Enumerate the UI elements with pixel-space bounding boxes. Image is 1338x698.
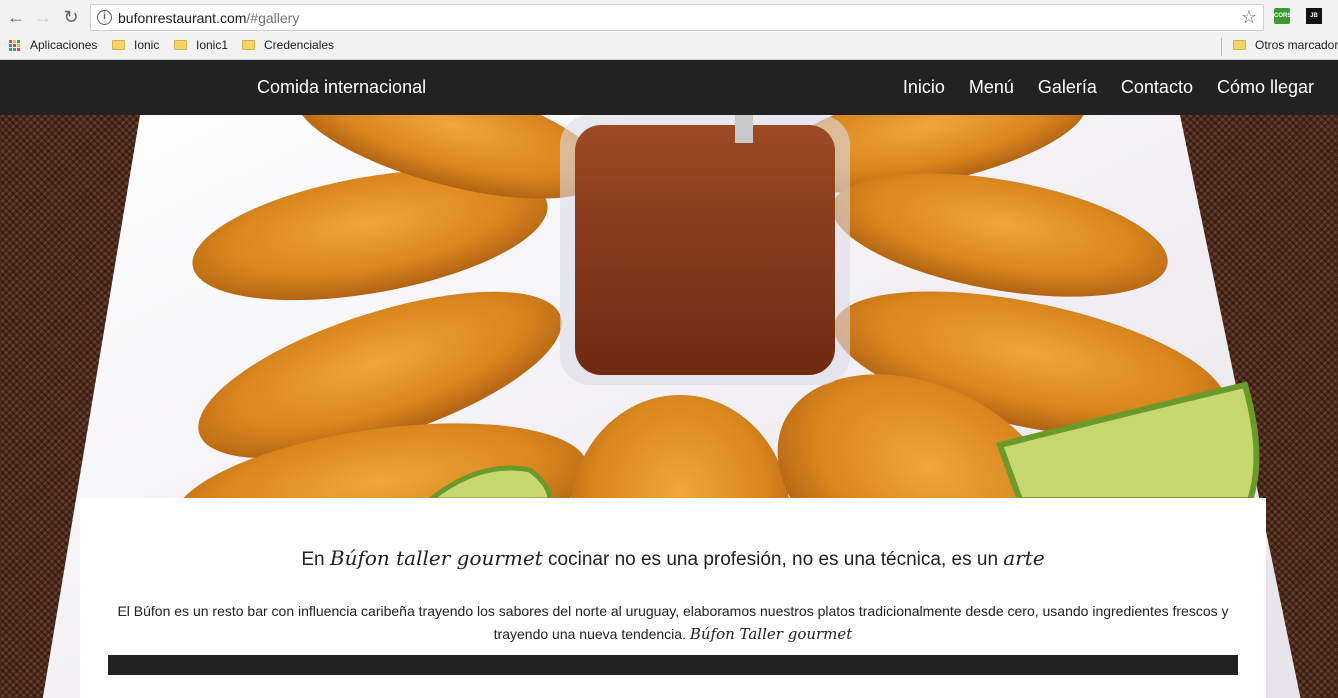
- dark-divider-bar: [108, 655, 1238, 675]
- site-brand[interactable]: Comida internacional: [257, 77, 426, 98]
- jb-extension-icon[interactable]: JB: [1306, 8, 1322, 24]
- headline-emphasis: arte: [1003, 546, 1045, 570]
- bookmarks-separator: [1221, 38, 1222, 56]
- headline-brand: Búfon taller gourmet: [329, 546, 543, 570]
- bookmark-label: Aplicaciones: [30, 38, 98, 52]
- headline-middle: cocinar no es una profesión, no es una t…: [548, 549, 999, 570]
- folder-icon: [1233, 40, 1246, 50]
- cors-extension-icon[interactable]: CORS: [1274, 8, 1291, 24]
- address-bar[interactable]: i bufonrestaurant.com/#gallery ☆: [90, 4, 1264, 31]
- sauce-cup: [560, 115, 850, 385]
- bookmark-label: Ionic1: [196, 38, 229, 52]
- url-host: bufonrestaurant.com: [118, 10, 247, 26]
- folder-icon: [112, 40, 125, 50]
- bookmarks-bar: Aplicaciones Ionic Ionic1 Credenciales O…: [0, 34, 1338, 60]
- nav-contacto[interactable]: Contacto: [1121, 77, 1193, 98]
- reload-icon[interactable]: ↻: [60, 6, 82, 28]
- bookmark-label: Otros marcador: [1255, 38, 1338, 52]
- bookmark-other[interactable]: Otros marcador: [1233, 38, 1338, 52]
- paragraph-text: El Búfon es un resto bar con influencia …: [117, 603, 1229, 642]
- intro-paragraph: El Búfon es un resto bar con influencia …: [110, 600, 1236, 646]
- nav-como-llegar[interactable]: Cómo llegar: [1217, 77, 1314, 98]
- info-icon[interactable]: i: [97, 10, 112, 25]
- bookmark-ionic[interactable]: Ionic: [112, 38, 159, 52]
- intro-headline: En Búfon taller gourmet cocinar no es un…: [80, 546, 1266, 571]
- bookmark-apps[interactable]: Aplicaciones: [9, 38, 97, 52]
- bookmark-credenciales[interactable]: Credenciales: [242, 38, 334, 52]
- folder-icon: [242, 40, 255, 50]
- site-navbar: Comida internacional Inicio Menú Galería…: [0, 60, 1338, 115]
- address-url[interactable]: bufonrestaurant.com/#gallery: [118, 10, 299, 26]
- back-arrow-icon[interactable]: ←: [5, 6, 27, 28]
- folder-icon: [174, 40, 187, 50]
- nav-menu[interactable]: Menú: [969, 77, 1014, 98]
- nav-links: Inicio Menú Galería Contacto Cómo llegar: [879, 77, 1314, 98]
- nav-inicio[interactable]: Inicio: [903, 77, 945, 98]
- bookmark-label: Ionic: [134, 38, 160, 52]
- browser-toolbar: ← → ↻ i bufonrestaurant.com/#gallery ☆ C…: [0, 0, 1338, 34]
- intro-card: En Búfon taller gourmet cocinar no es un…: [80, 498, 1266, 698]
- url-path: /#gallery: [246, 10, 300, 26]
- apps-grid-icon: [9, 39, 20, 51]
- bookmark-star-icon[interactable]: ☆: [1241, 7, 1257, 28]
- website: Comida internacional Inicio Menú Galería…: [0, 60, 1338, 698]
- bookmark-label: Credenciales: [264, 38, 335, 52]
- paragraph-signature: Búfon Taller gourmet: [689, 625, 853, 643]
- bookmark-ionic1[interactable]: Ionic1: [174, 38, 228, 52]
- forward-arrow-icon[interactable]: →: [32, 6, 54, 28]
- nav-galeria[interactable]: Galería: [1038, 77, 1097, 98]
- headline-prefix: En: [301, 549, 325, 570]
